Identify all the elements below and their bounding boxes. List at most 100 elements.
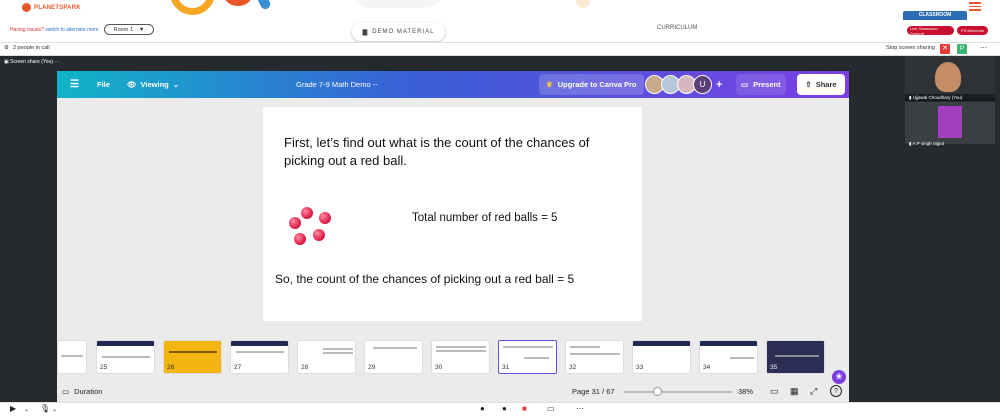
live-support-button[interactable]: Live Classroom Support	[907, 25, 954, 36]
slide-thumbnail[interactable]: 30	[431, 340, 490, 374]
upload-icon: ⇧	[805, 80, 812, 89]
slide-thumbnail[interactable]	[57, 340, 87, 374]
red-ball-icon	[294, 233, 306, 245]
stop-share-button[interactable]: ✕	[940, 44, 950, 54]
slide-thumbnail[interactable]: 27	[230, 340, 289, 374]
participant-avatar	[938, 106, 962, 138]
red-ball-icon	[313, 229, 325, 241]
more-icon[interactable]: ⋯	[54, 59, 59, 65]
red-ball-icon	[289, 217, 301, 229]
thumbnail-number: 25	[100, 364, 108, 371]
caret-down-icon: ▼	[138, 26, 145, 33]
issues-label: Having issues?	[10, 27, 44, 33]
plus-icon[interactable]: +	[716, 71, 722, 98]
menu-icon[interactable]	[969, 2, 981, 13]
zoom-slider-track[interactable]	[624, 391, 732, 393]
zoom-slider-handle[interactable]	[653, 387, 662, 396]
participant-name: ▮ A.P singh rajput	[909, 141, 945, 146]
avatar[interactable]: U	[693, 75, 712, 94]
chat-icon[interactable]: ●	[502, 404, 507, 413]
thumbnail-number: 29	[368, 364, 376, 371]
stop-screen-sharing-label: Stop screen sharing	[886, 45, 935, 51]
duration-button[interactable]: ▭ Duration	[62, 383, 102, 399]
ps-moments-button[interactable]: PS Moments	[957, 26, 988, 35]
present-icon: ▭	[741, 80, 749, 89]
participant-video[interactable]: ▮ Ujjawal Choudhary (You)	[905, 56, 995, 101]
chevron-down-icon: ⌄	[172, 80, 180, 89]
more-icon[interactable]: ⋯	[576, 404, 584, 413]
slide-thumbnail[interactable]: 33	[632, 340, 691, 374]
chevron-down-icon[interactable]: ⌄	[52, 406, 57, 413]
ps-moments-label: PS Moments	[961, 28, 984, 33]
whiteboard-icon[interactable]: ▭	[547, 404, 555, 413]
slide-thumbnail[interactable]: 29	[364, 340, 423, 374]
total-red-balls-text: Total number of red balls = 5	[412, 212, 558, 224]
thumbnail-number: 30	[435, 364, 443, 371]
participant-name-text: Ujjawal Choudhary (You)	[912, 95, 963, 100]
canva-toolbar: ☰ File 👁 Viewing ⌄ Grade 7-9 Math Demo -…	[57, 71, 849, 98]
slide-thumbnail[interactable]: 32	[565, 340, 624, 374]
decor-shape	[223, 0, 253, 6]
file-menu[interactable]: File	[97, 71, 110, 98]
viewing-label: Viewing	[140, 80, 169, 89]
page-indicator: Page 31 / 67	[572, 386, 615, 396]
zoom-level: 38%	[738, 386, 754, 396]
slide-canvas[interactable]: First, let’s find out what is the count …	[263, 107, 642, 321]
timer-icon: ▭	[62, 386, 70, 396]
fullscreen-icon[interactable]: ⤢	[810, 383, 817, 399]
slide-thumbnail-selected[interactable]: 31	[498, 340, 557, 374]
present-button[interactable]: ▭ Present	[736, 74, 786, 95]
more-icon[interactable]: ⋯	[980, 44, 987, 52]
help-icon[interactable]: ?	[830, 385, 842, 397]
hamburger-icon[interactable]: ☰	[70, 71, 79, 98]
viewing-menu[interactable]: 👁 Viewing ⌄	[127, 71, 179, 98]
duration-label: Duration	[74, 386, 103, 396]
classroom-tab[interactable]: CLASSROOM	[903, 11, 967, 20]
conclusion-text: So, the count of the chances of picking …	[275, 272, 575, 286]
screen-share-text: Screen share (You)	[10, 59, 54, 65]
slide-thumbnail[interactable]: 25	[96, 340, 155, 374]
decor-shape	[576, 0, 590, 8]
p-badge-button[interactable]: P	[957, 44, 967, 54]
person-icon[interactable]: ●	[480, 404, 485, 413]
thumbnail-number: 32	[569, 364, 577, 371]
room-select[interactable]: Room 1 ▼	[104, 24, 154, 35]
thumbnail-number: 27	[234, 364, 242, 371]
curriculum-tab[interactable]: CURRICULUM	[657, 25, 697, 31]
red-ball-icon	[319, 212, 331, 224]
decor-shape	[350, 0, 445, 8]
call-bar	[0, 42, 1000, 56]
top-bar	[0, 0, 1000, 42]
participant-name: ▮ Ujjawal Choudhary (You)	[909, 95, 963, 100]
people-count[interactable]: ⚙ 2 people in call	[4, 45, 50, 51]
meeting-footer	[0, 402, 1000, 419]
share-button[interactable]: ⇧ Share	[797, 74, 845, 95]
settings-icon: ⚙	[4, 45, 9, 51]
switch-room-link[interactable]: switch to alternate room	[45, 27, 98, 33]
slide-thumbnail[interactable]: 35	[766, 340, 825, 374]
grid-view-icon[interactable]: ▦	[790, 383, 799, 399]
planetspark-logo: PLANETSPARK	[22, 3, 81, 12]
slide-thumbnail[interactable]: 28	[297, 340, 356, 374]
camera-icon[interactable]: ▶	[10, 404, 16, 413]
red-ball-icon	[301, 207, 313, 219]
magic-icon[interactable]: ❀	[832, 370, 846, 384]
decor-shape	[170, 0, 215, 15]
room-select-value: Room 1	[113, 26, 133, 33]
slide-thumbnail[interactable]: 26	[163, 340, 222, 374]
share-screen-icon[interactable]: ■	[522, 404, 527, 413]
chevron-down-icon[interactable]: ⌄	[24, 406, 29, 413]
pages-icon[interactable]: ▭	[770, 383, 779, 399]
thumbnail-number: 33	[636, 364, 644, 371]
slide-thumbnail[interactable]: 34	[699, 340, 758, 374]
demo-material-button[interactable]: ▇ DEMO MATERIAL	[352, 23, 445, 41]
participant-video[interactable]: ▮ A.P singh rajput	[905, 102, 995, 146]
thumbnail-number: 34	[703, 364, 711, 371]
upgrade-button[interactable]: ♛ Upgrade to Canva Pro	[539, 74, 644, 95]
thumbnail-number: 35	[770, 364, 778, 371]
microphone-icon[interactable]: 🎙	[40, 404, 50, 413]
document-title[interactable]: Grade 7-9 Math Demo --	[296, 71, 378, 98]
screen-share-label: ▣ Screen share (You) ⋯	[4, 59, 59, 65]
logo-text: PLANETSPARK	[34, 4, 81, 11]
live-support-label: Live Classroom Support	[910, 25, 938, 36]
